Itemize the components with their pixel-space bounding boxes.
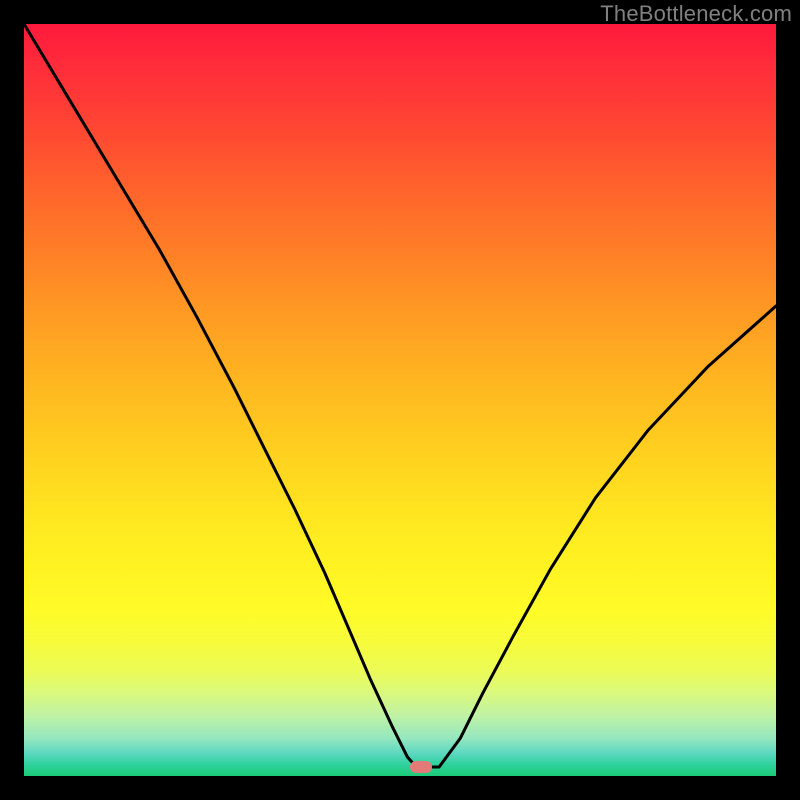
gradient-background	[24, 24, 776, 776]
chart-frame: TheBottleneck.com	[0, 0, 800, 800]
plot-area	[24, 24, 776, 776]
min-marker	[410, 761, 432, 773]
watermark-text: TheBottleneck.com	[600, 1, 792, 27]
